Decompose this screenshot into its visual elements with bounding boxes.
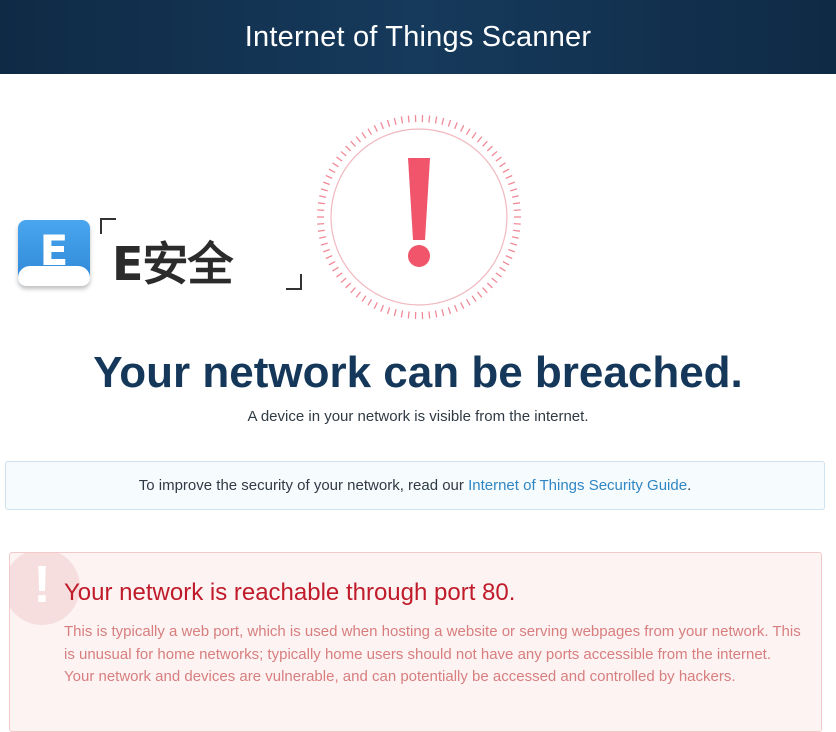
warning-body: This is typically a web port, which is u… (64, 621, 804, 689)
watermark-text: E安全 (112, 228, 232, 294)
watermark-logo: E E安全 (12, 216, 304, 292)
security-guide-link[interactable]: Internet of Things Security Guide (468, 477, 687, 494)
port-warning-panel: ! Your network is reachable through port… (9, 552, 822, 732)
notice-text: To improve the security of your network,… (139, 477, 692, 494)
result-subline: A device in your network is visible from… (0, 408, 836, 425)
exclamation-alert-icon (316, 114, 522, 320)
security-guide-notice: To improve the security of your network,… (5, 461, 825, 510)
watermark-badge-icon: E (18, 220, 90, 286)
page-title: Internet of Things Scanner (245, 21, 591, 54)
result-headline: Your network can be breached. (0, 348, 836, 398)
warning-title: Your network is reachable through port 8… (64, 579, 515, 607)
app-header: Internet of Things Scanner (0, 0, 836, 74)
